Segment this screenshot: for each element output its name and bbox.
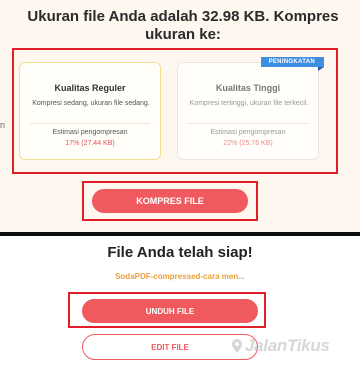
option-card-high[interactable]: PENINGKATAN Kualitas Tinggi Kompresi ter… xyxy=(177,57,325,160)
edge-text-fragment: n xyxy=(0,120,6,130)
watermark-logo: JalanTikus xyxy=(232,336,330,356)
option-estimate-label: Estimasi pengompresan xyxy=(52,129,128,136)
download-button-highlight: UNDUH FILE xyxy=(68,292,266,328)
quality-options-highlight: Kualitas Reguler Kompresi sedang, ukuran… xyxy=(12,48,338,174)
upgrade-badge: PENINGKATAN xyxy=(260,57,325,71)
option-card-regular[interactable]: Kualitas Reguler Kompresi sedang, ukuran… xyxy=(19,62,161,160)
option-title: Kualitas Tinggi xyxy=(215,83,281,93)
option-title: Kualitas Reguler xyxy=(54,83,126,93)
file-name-label: SodaPDF-compressed-cara men... xyxy=(115,272,245,281)
compress-heading: Ukuran file Anda adalah 32.98 KB. Kompre… xyxy=(27,8,339,43)
option-description: Kompresi tertinggi, ukuran file terkecil… xyxy=(189,100,309,107)
option-estimate-value: 22% (25.76 KB) xyxy=(223,140,273,147)
download-file-button[interactable]: UNDUH FILE xyxy=(82,299,258,323)
ready-heading: File Anda telah siap! xyxy=(107,244,253,261)
option-estimate-value: 17% (27.44 KB) xyxy=(65,140,115,147)
option-estimate-label: Estimasi pengompresan xyxy=(210,129,286,136)
section-divider xyxy=(0,232,360,236)
option-description: Kompresi sedang, ukuran file sedang. xyxy=(32,100,150,107)
compress-file-button[interactable]: KOMPRES FILE xyxy=(92,189,248,213)
pin-icon xyxy=(232,339,242,353)
option-divider xyxy=(30,123,150,124)
compress-section: Ukuran file Anda adalah 32.98 KB. Kompre… xyxy=(0,0,360,232)
watermark-text: JalanTikus xyxy=(245,336,330,355)
compress-button-highlight: KOMPRES FILE xyxy=(82,181,258,221)
option-divider xyxy=(188,123,308,124)
